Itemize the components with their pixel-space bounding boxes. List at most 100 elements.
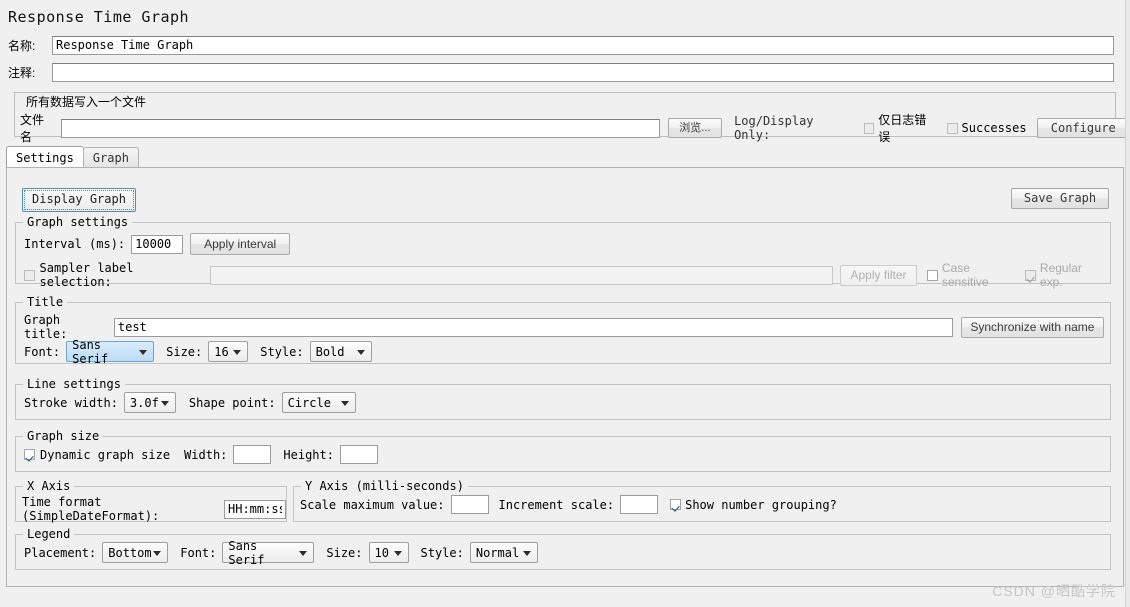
legend-size-select[interactable]: 10 [368,542,409,563]
watermark: CSDN @晒酷学院 [992,583,1116,599]
chevron-down-icon [160,400,169,406]
sampler-filter-input[interactable] [209,265,833,285]
shape-point-value: Circle [287,395,331,410]
settings-panel: Display Graph Save Graph Graph settings … [6,167,1124,587]
legend-size-label: Size: [326,545,363,560]
title-group-title: Title [23,295,68,309]
stroke-width-value: 3.0f [129,395,159,410]
line-settings-title: Line settings [23,377,125,391]
legend-font-label: Font: [180,545,217,560]
increment-scale-input[interactable] [620,495,659,514]
comment-input[interactable] [52,63,1114,82]
apply-filter-button[interactable]: Apply filter [839,264,918,286]
y-axis-group: Y Axis (milli-seconds) Scale maximum val… [293,479,1111,522]
legend-placement-select[interactable]: Bottom [102,542,169,563]
chevron-down-icon [393,550,402,556]
filename-label: 文件名 [20,113,45,144]
title-font-value: Sans Serif [72,337,109,366]
chevron-down-icon [356,349,365,355]
graph-size-title: Graph size [23,429,104,443]
comment-row: 注释: [8,63,1114,82]
dynamic-graph-size-checkbox[interactable] [24,449,35,460]
save-graph-button[interactable]: Save Graph [1011,188,1109,209]
tab-settings[interactable]: Settings [6,146,84,168]
line-settings-group: Line settings Stroke width: 3.0f Shape p… [15,377,1111,420]
case-sensitive-checkbox[interactable]: Case sensitive [927,261,1015,289]
browse-button[interactable]: 浏览... [667,118,723,138]
x-axis-title: X Axis [23,479,75,493]
graph-settings-title: Graph settings [23,215,133,229]
title-size-value: 16 [214,344,229,359]
legend-style-label: Style: [420,545,464,560]
interval-label: Interval (ms): [24,237,126,251]
increment-scale-label: Increment scale: [498,497,615,512]
chevron-down-icon [522,550,531,556]
title-style-select[interactable]: Bold [309,341,372,362]
time-format-input[interactable] [224,499,286,519]
checkbox-icon[interactable] [946,122,958,134]
legend-group: Legend Placement: Bottom Font: Sans Seri… [15,527,1111,570]
title-group: Title Graph title: Synchronize with name… [15,295,1111,366]
comment-label: 注释: [8,66,36,80]
chevron-down-icon [153,550,162,556]
graph-title-input[interactable] [113,317,953,337]
dynamic-graph-size-label: Dynamic graph size [40,447,171,462]
display-graph-label: Display Graph [32,192,126,206]
sampler-label-selection-label: Sampler label selection: [39,261,134,289]
regular-exp-checkbox[interactable]: Regular exp. [1025,261,1104,289]
regular-exp-label: Regular exp. [1039,261,1082,289]
shape-point-select[interactable]: Circle [281,392,356,413]
errors-only-label: 仅日志错误 [878,113,927,144]
name-row: 名称: [8,36,1114,55]
log-display-only-label: Log/Display Only: [734,114,814,142]
time-format-label: Time format (SimpleDateFormat): [22,495,160,523]
legend-placement-label: Placement: [24,545,97,560]
width-label: Width: [184,447,228,462]
synchronize-with-name-button[interactable]: Synchronize with name [960,316,1104,338]
legend-placement-value: Bottom [108,545,152,560]
sampler-label-selection-checkbox[interactable] [24,269,35,281]
chevron-down-icon [340,400,349,406]
successes-checkbox[interactable]: Successes [946,121,1027,135]
checkbox-icon[interactable] [670,499,682,510]
checkbox-icon[interactable] [863,122,875,134]
graph-settings-group: Graph settings Interval (ms): Apply inte… [15,215,1111,289]
filename-input[interactable] [61,118,660,138]
name-input[interactable] [52,36,1114,55]
stroke-width-select[interactable]: 3.0f [123,392,176,413]
tab-graph[interactable]: Graph [82,147,139,168]
chevron-down-icon [233,349,242,355]
title-font-select[interactable]: Sans Serif [66,338,155,366]
apply-interval-button[interactable]: Apply interval [190,233,291,255]
right-edge-strip [1125,0,1130,607]
legend-style-value: Normal [475,545,520,560]
legend-style-select[interactable]: Normal [469,542,538,563]
checkbox-icon[interactable] [927,269,938,281]
chevron-down-icon [139,349,148,355]
errors-only-checkbox[interactable]: 仅日志错误 [863,111,937,145]
legend-size-value: 10 [374,545,389,560]
display-graph-button[interactable]: Display Graph [22,188,136,212]
interval-input[interactable] [131,234,184,254]
title-style-label: Style: [260,344,304,359]
checkbox-icon[interactable] [1025,269,1036,281]
configure-button[interactable]: Configure [1036,118,1130,138]
width-input[interactable] [233,445,272,464]
stroke-width-label: Stroke width: [24,395,118,410]
title-size-select[interactable]: 16 [208,341,249,362]
successes-label: Successes [961,121,1027,135]
height-label: Height: [283,447,334,462]
x-axis-group: X Axis Time format (SimpleDateFormat): [15,479,287,523]
graph-size-group: Graph size Dynamic graph size Width: Hei… [15,429,1111,472]
tabstrip: Settings Graph [6,146,139,168]
file-panel-title: 所有数据写入一个文件 [22,93,151,110]
file-row: 文件名 浏览... Log/Display Only: 仅日志错误 Succes… [20,111,1130,145]
scale-maximum-value-input[interactable] [450,495,489,514]
shape-point-label: Shape point: [188,395,276,410]
show-number-grouping-checkbox[interactable]: Show number grouping? [670,498,837,512]
legend-font-select[interactable]: Sans Serif [222,539,315,567]
title-font-label: Font: [24,344,61,359]
legend-font-value: Sans Serif [228,538,265,567]
height-input[interactable] [339,445,378,464]
scale-maximum-value-label: Scale maximum value: [300,497,445,512]
